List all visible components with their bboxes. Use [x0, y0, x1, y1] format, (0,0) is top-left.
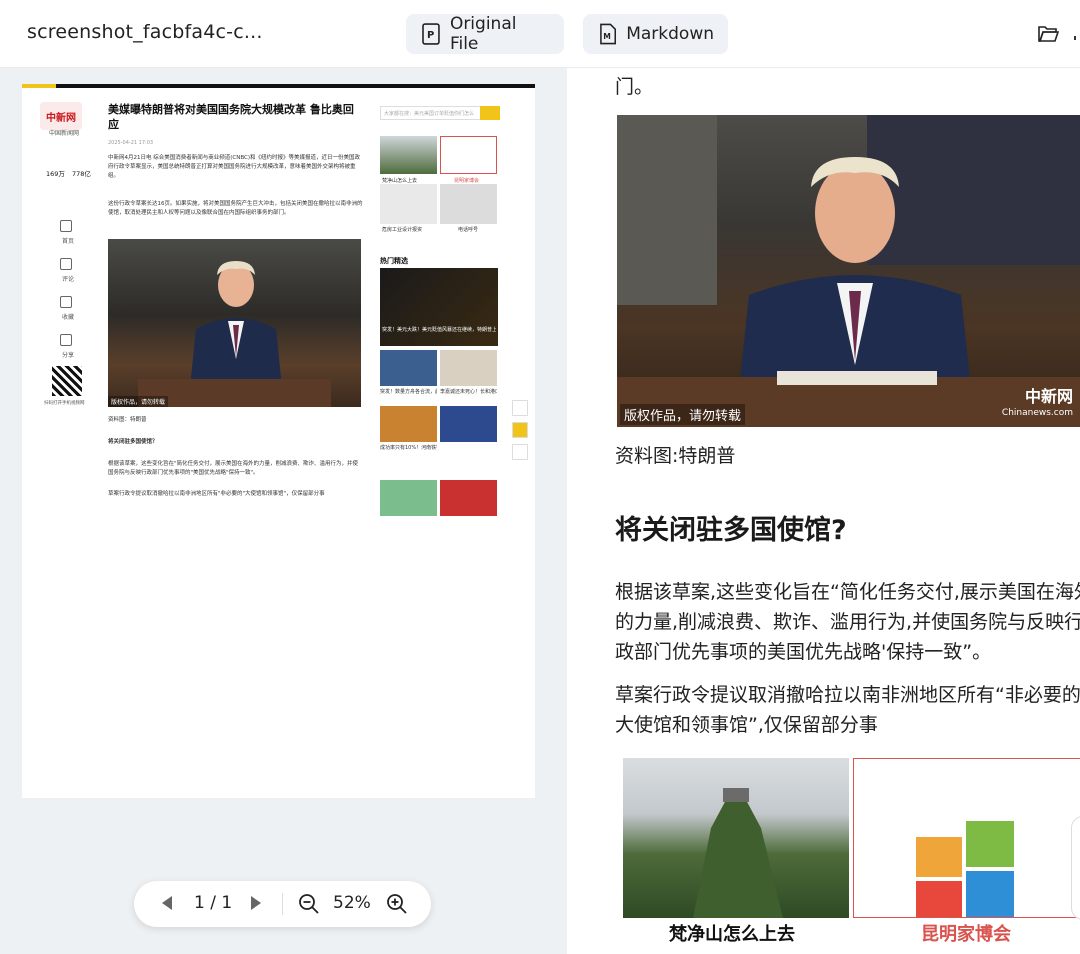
- md-mountain-illustration: [693, 788, 783, 918]
- hot-thumb-3-caption: 成功率只有10%！河南铁锤团结看似...: [380, 445, 437, 451]
- md-para1-line2: 的力量,削减浪费、欺诈、滥用行为,并使国务院与反映行: [615, 611, 1080, 633]
- md-expo-caption: 昆明家博会: [921, 924, 1011, 945]
- md-speaker-illustration: [617, 115, 1080, 427]
- file-title: screenshot_facbfa4c-c...: [27, 21, 263, 43]
- folder-open-icon[interactable]: [1037, 24, 1059, 44]
- md-heading: 将关闭驻多国使馆?: [615, 515, 847, 546]
- markdown-viewer: 门。 版权作品，请勿转载 中新网 Chinanews.com 资料图:特朗普 将…: [566, 68, 1080, 954]
- article-paragraph-1: 中新网4月21日电 综合美国消费者新闻与商业频道(CNBC)和《纽约时报》等美媒…: [108, 155, 361, 179]
- tab-markdown[interactable]: M Markdown: [583, 14, 728, 54]
- hot-thumb-2-caption: 李嘉诚还未死心！长和港口买家突然换人...: [440, 389, 497, 395]
- hot-main-thumb[interactable]: [380, 268, 498, 346]
- hot-thumb-1[interactable]: [380, 350, 437, 386]
- float-user-icon[interactable]: [512, 422, 528, 438]
- md-article-photo: 版权作品，请勿转载 中新网 Chinanews.com: [617, 115, 1080, 427]
- tab-original-file-label: Original File: [449, 14, 517, 54]
- hot-picks-heading: 热门精选: [380, 257, 408, 265]
- md-photo-watermark: 中新网 Chinanews.com: [1002, 389, 1073, 421]
- md-para1-line3: 政部门优先事项的美国优先战略'保持一致”。: [615, 641, 992, 663]
- site-search-button[interactable]: [480, 106, 500, 120]
- side-item-share: 分享: [62, 352, 75, 359]
- hot-thumb-5[interactable]: [380, 480, 437, 516]
- overflow-edge-icon: [1074, 36, 1080, 40]
- comment-icon[interactable]: [60, 258, 72, 270]
- md-image-caption: 资料图:特朗普: [615, 445, 736, 467]
- hot-thumb-3[interactable]: [380, 406, 437, 442]
- float-refresh-icon[interactable]: [512, 400, 528, 416]
- article-paragraph-2: 这份行政令草案长达16页。如果实施，将对美国国务院产生巨大冲击，包括关闭美国在撒…: [108, 201, 363, 216]
- thumb-mountain[interactable]: [380, 136, 437, 174]
- article-paragraph-3: 根据该草案，这些变化旨在"简化任务交付，展示美国在海外的力量，削减浪费、欺诈、滥…: [108, 461, 359, 476]
- qr-caption: 扫码打开手机视频网: [44, 401, 85, 406]
- md-photo-watermark-title: 中新网: [1024, 387, 1073, 406]
- article-subhead: 将关闭驻多国使馆？: [108, 439, 158, 445]
- prev-page-icon[interactable]: [162, 896, 172, 910]
- article-headline: 美媒曝特朗普将对美国国务院大规模改革 鲁比奥回应: [108, 103, 354, 131]
- md-photo-caption: 版权作品，请勿转载: [620, 404, 746, 425]
- site-logo: 中新网: [40, 102, 82, 130]
- float-edit-icon[interactable]: [512, 444, 528, 460]
- page-screenshot-thumbnail: 中新网 中国新闻网 169万 778亿 首页 评论 收藏 分享 扫码打开手机视频…: [22, 88, 535, 516]
- hot-thumb-2[interactable]: [440, 350, 497, 386]
- share-icon[interactable]: [60, 334, 72, 346]
- stat-followers: 169万: [46, 170, 65, 178]
- side-item-home: 首页: [62, 238, 75, 245]
- tab-original-file[interactable]: P Original File: [406, 14, 564, 54]
- hot-thumb-6[interactable]: [440, 480, 497, 516]
- svg-text:M: M: [603, 32, 611, 41]
- star-icon[interactable]: [60, 296, 72, 308]
- qr-code: [52, 366, 82, 396]
- md-para2-line1: 草案行政令提议取消撤哈拉以南非洲地区所有“非必要的: [615, 684, 1080, 706]
- zoom-in-icon[interactable]: [386, 893, 408, 915]
- hot-thumb-1-caption: 突发！数量方舟各合流，此前观见花...: [380, 389, 437, 395]
- svg-text:P: P: [427, 30, 434, 41]
- zoom-level: 52%: [333, 893, 371, 913]
- pdf-file-icon: P: [422, 23, 440, 45]
- thumb-phone-caption: 电话呼号: [458, 227, 479, 233]
- side-item-favorite: 收藏: [62, 314, 75, 321]
- pager-divider: [282, 893, 283, 915]
- page-navigator: 1 / 1 52%: [134, 881, 431, 927]
- article-photo-caption: 版权作品，请勿转载: [108, 396, 169, 407]
- md-mountain-image: [623, 758, 849, 918]
- md-para1-line1: 根据该草案,这些变化旨在“简化任务交付,展示美国在海外: [615, 581, 1080, 603]
- md-mountain-caption: 梵净山怎么上去: [669, 924, 795, 945]
- article-caption: 资料图：特朗普: [108, 417, 147, 423]
- stat-views: 778亿: [72, 170, 91, 178]
- thumb-expo[interactable]: [440, 136, 497, 174]
- thumb-mountain-caption: 梵净山怎么上去: [382, 178, 418, 184]
- original-file-viewer: 中新网 中国新闻网 169万 778亿 首页 评论 收藏 分享 扫码打开手机视频…: [0, 68, 566, 954]
- tab-markdown-label: Markdown: [626, 24, 714, 44]
- article-photo: 版权作品，请勿转载: [108, 239, 361, 407]
- home-icon[interactable]: [60, 220, 72, 232]
- md-para2-line2: 大使馆和领事馆”,仅保留部分事: [615, 714, 878, 736]
- next-page-icon[interactable]: [251, 896, 261, 910]
- md-expo-logo-illustration: [916, 821, 1014, 917]
- page-count: 1 / 1: [194, 893, 233, 913]
- hot-main-caption: 突发！美元大跌！美元贬值风暴还在继续，特朗普上台后已跌10%！高盛...: [382, 327, 496, 333]
- top-toolbar: screenshot_facbfa4c-c... P Original File…: [0, 0, 1080, 68]
- zoom-out-icon[interactable]: [298, 893, 320, 915]
- md-photo-watermark-sub: Chinanews.com: [1001, 408, 1073, 418]
- md-expo-image: [853, 758, 1080, 918]
- document-page: 中新网 中国新闻网 169万 778亿 首页 评论 收藏 分享 扫码打开手机视频…: [22, 84, 535, 798]
- thumb-phone[interactable]: [440, 184, 497, 224]
- article-meta: 2025-04-21 17:03: [108, 140, 154, 146]
- md-top-fragment: 门。: [615, 76, 654, 98]
- side-panel-handle[interactable]: [1071, 816, 1080, 920]
- hot-thumb-4[interactable]: [440, 406, 497, 442]
- article-paragraph-4: 草案行政令提议取消撤哈拉以南非洲地区所有"非必要的"大使馆和领事馆"，仅保留部分…: [108, 491, 325, 497]
- side-item-comment: 评论: [62, 276, 75, 283]
- thumb-design-caption: 危房工业设计报资: [382, 227, 423, 233]
- thumb-expo-caption: 昆明家博会: [454, 178, 480, 184]
- markdown-file-icon: M: [600, 23, 617, 45]
- thumb-design[interactable]: [380, 184, 437, 224]
- speaker-silhouette: [138, 261, 331, 407]
- site-name: 中国新闻网: [49, 130, 80, 137]
